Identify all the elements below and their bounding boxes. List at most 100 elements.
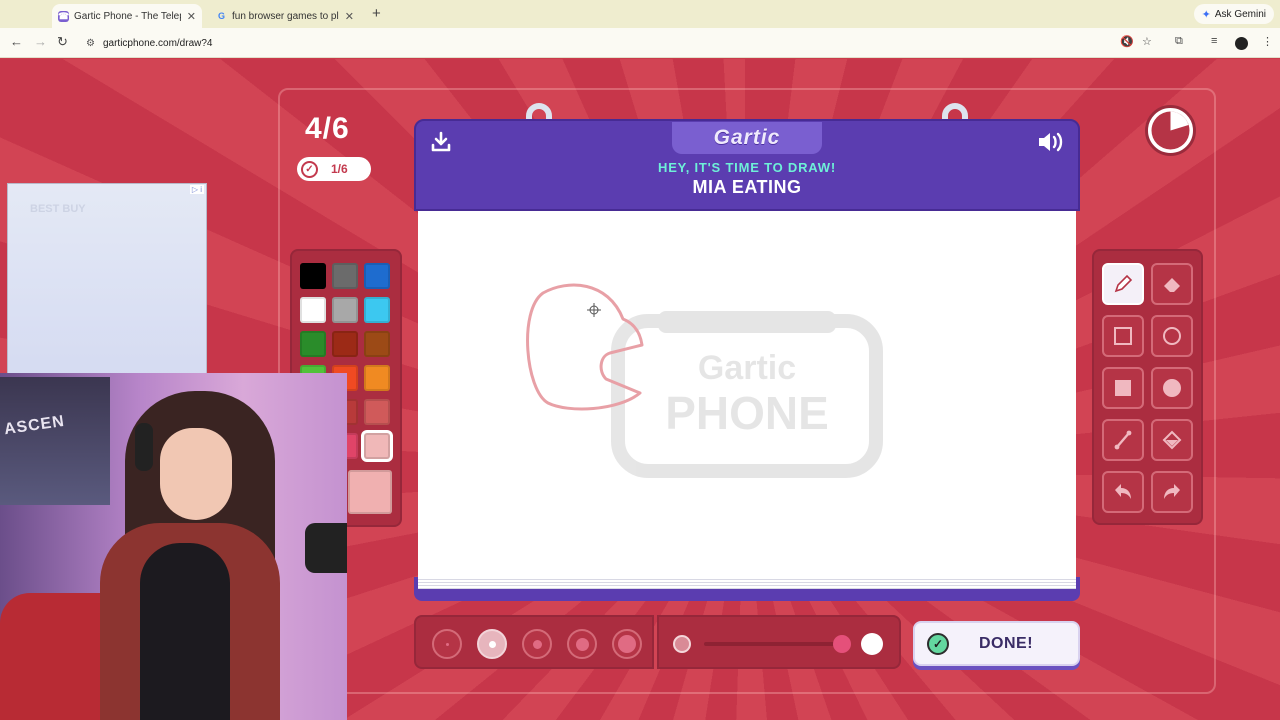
color-swatch-salmon[interactable] <box>364 399 390 425</box>
opacity-min-indicator <box>673 635 691 653</box>
svg-text:PHONE: PHONE <box>665 387 829 439</box>
eraser-tool[interactable] <box>1151 263 1193 305</box>
draw-instruction: HEY, IT'S TIME TO DRAW! <box>658 160 836 175</box>
brush-size-1[interactable] <box>432 629 462 659</box>
reading-list-icon[interactable]: ≡ <box>1211 35 1217 47</box>
headset <box>135 423 153 471</box>
circle-outline-tool[interactable] <box>1151 315 1193 357</box>
streamer-legs <box>140 543 230 720</box>
tab-title: Gartic Phone - The Telephone <box>74 10 181 22</box>
streamer-face <box>160 428 232 520</box>
circle-filled-icon <box>1163 379 1181 397</box>
tab-fun-browser-games[interactable]: G fun browser games to play w ✕ <box>210 4 360 28</box>
gemini-icon: ✦ <box>1201 8 1211 21</box>
redo-icon <box>1164 484 1180 499</box>
volume-icon[interactable] <box>1036 129 1066 155</box>
color-swatch-gray[interactable] <box>332 297 358 323</box>
google-favicon-icon: G <box>217 10 225 21</box>
circle-filled-tool[interactable] <box>1151 367 1193 409</box>
url-text: garticphone.com/draw?4 <box>102 37 213 49</box>
gartic-phone-watermark: Gartic PHONE <box>611 311 883 478</box>
slider-thumb[interactable] <box>833 635 851 653</box>
tab-title: fun browser games to play w <box>232 10 339 22</box>
address-bar: ← → ↻ ⚙ garticphone.com/draw?4 🔇 ☆ ⧉ ≡ ⋮ <box>0 28 1280 58</box>
pencil-tool[interactable] <box>1102 263 1144 305</box>
color-swatch-light-pink[interactable] <box>364 433 390 459</box>
profile-avatar[interactable] <box>1235 37 1248 50</box>
fill-bucket-icon <box>1162 430 1182 450</box>
size-dot <box>618 635 636 653</box>
rectangle-filled-tool[interactable] <box>1102 367 1144 409</box>
brush-size-3[interactable] <box>522 629 552 659</box>
color-swatch-orange[interactable] <box>364 365 390 391</box>
bookmark-star-icon[interactable]: ☆ <box>1142 35 1152 48</box>
rectangle-outline-icon <box>1114 327 1132 345</box>
close-icon[interactable]: ✕ <box>187 10 196 23</box>
game-page: 4/6 ✓ 1/6 ▷ i BEST BUY ASCEN Gartic HEY,… <box>0 59 1280 720</box>
brush-size-selector <box>414 615 654 669</box>
draw-prompt: MIA EATING <box>692 177 802 197</box>
color-swatch-dark-gray[interactable] <box>332 263 358 289</box>
color-swatch-blue[interactable] <box>364 263 390 289</box>
eraser-icon <box>1164 278 1180 292</box>
undo-icon <box>1115 484 1131 499</box>
players-done-badge: ✓ 1/6 <box>297 157 371 181</box>
redo-button[interactable] <box>1151 471 1193 513</box>
circle-outline-icon <box>1163 327 1181 345</box>
download-icon[interactable] <box>429 130 453 154</box>
ad-choices-badge[interactable]: ▷ i <box>189 185 204 194</box>
color-swatch-green[interactable] <box>300 331 326 357</box>
slider-track[interactable] <box>704 642 844 646</box>
cast-icon[interactable]: ⧉ <box>1175 35 1183 48</box>
logo-text: Gartic <box>713 126 781 149</box>
line-tool[interactable] <box>1102 419 1144 461</box>
rectangle-outline-tool[interactable] <box>1102 315 1144 357</box>
back-icon[interactable]: ← <box>10 34 23 49</box>
gartic-favicon-icon: ☎ <box>58 10 70 22</box>
color-swatch-brown[interactable] <box>364 331 390 357</box>
brush-size-2[interactable] <box>477 629 507 659</box>
check-icon: ✓ <box>927 632 949 655</box>
rectangle-filled-icon <box>1115 380 1131 396</box>
undo-button[interactable] <box>1102 471 1144 513</box>
opacity-slider[interactable] <box>657 615 901 669</box>
color-swatch-dark-red[interactable] <box>332 331 358 357</box>
menu-kebab-icon[interactable]: ⋮ <box>1262 35 1273 48</box>
forward-icon[interactable]: → <box>34 34 47 49</box>
opacity-max-indicator <box>861 633 883 655</box>
size-dot <box>575 637 589 651</box>
close-icon[interactable]: ✕ <box>345 10 354 23</box>
pencil-icon <box>1114 274 1133 293</box>
check-icon: ✓ <box>301 160 318 178</box>
url-field[interactable]: ⚙ garticphone.com/draw?4 <box>80 32 1200 54</box>
webcam-overlay: ASCEN <box>0 373 347 720</box>
timer-icon <box>1145 105 1196 156</box>
players-done-count: 1/6 <box>331 162 348 176</box>
mute-icon[interactable]: 🔇 <box>1120 35 1134 48</box>
color-swatch-light-blue[interactable] <box>364 297 390 323</box>
color-swatch-white[interactable] <box>300 297 326 323</box>
ask-gemini-label: Ask Gemini <box>1214 8 1266 20</box>
brush-size-4[interactable] <box>567 629 597 659</box>
site-info-icon[interactable]: ⚙ <box>86 38 95 49</box>
new-tab-button[interactable]: + <box>372 5 381 22</box>
tool-panel <box>1092 249 1203 525</box>
microphone <box>305 523 347 573</box>
tab-gartic-phone[interactable]: ☎ Gartic Phone - The Telephone ✕ <box>52 4 202 28</box>
round-counter: 4/6 <box>305 112 350 145</box>
brush-size-5[interactable] <box>612 629 642 659</box>
reload-icon[interactable]: ↻ <box>57 34 68 50</box>
current-color-preview <box>348 470 392 514</box>
canvas-content: Gartic PHONE <box>526 283 883 478</box>
drawing-canvas[interactable]: Gartic PHONE <box>418 211 1076 581</box>
done-button[interactable]: ✓ DONE! <box>913 621 1080 666</box>
notepad-pages-edge <box>418 577 1076 589</box>
ad-logo: BEST BUY <box>30 203 86 215</box>
fill-bucket-tool[interactable] <box>1151 419 1193 461</box>
advertisement[interactable]: ▷ i BEST BUY <box>7 183 207 378</box>
crosshair-cursor-icon <box>587 303 601 317</box>
svg-text:Gartic: Gartic <box>698 349 796 387</box>
ask-gemini-button[interactable]: ✦ Ask Gemini <box>1193 4 1274 24</box>
size-dot <box>445 642 449 646</box>
color-swatch-black[interactable] <box>300 263 326 289</box>
